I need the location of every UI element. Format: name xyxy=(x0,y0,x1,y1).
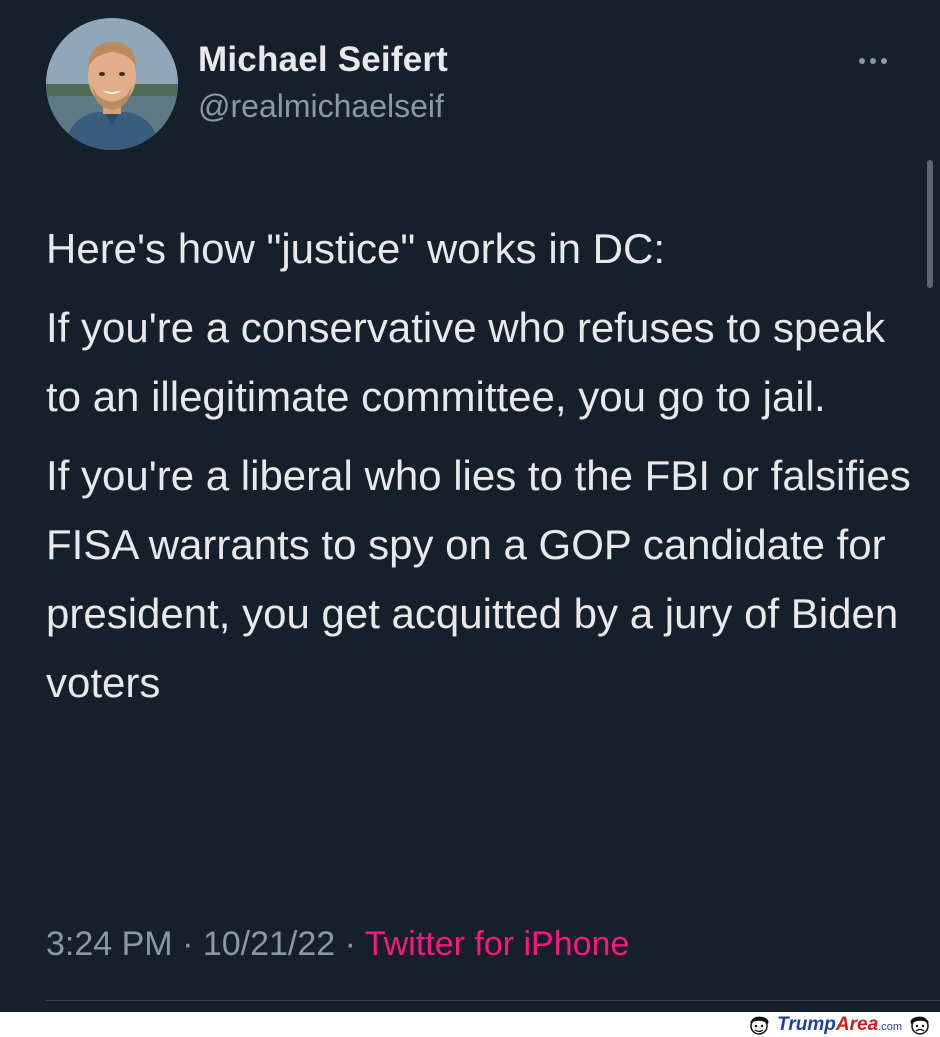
meta-separator: · xyxy=(335,925,365,963)
more-horizontal-icon-dot xyxy=(870,58,876,64)
avatar[interactable] xyxy=(46,18,178,150)
tweet-page: Michael Seifert @realmichaelseif Here's … xyxy=(0,0,940,1037)
tweet-paragraph: Here's how "justice" works in DC: xyxy=(46,225,666,272)
tweet-paragraph: If you're a liberal who lies to the FBI … xyxy=(46,452,911,706)
tweet-paragraph: If you're a conservative who refuses to … xyxy=(46,304,886,420)
profile-photo-icon xyxy=(46,18,178,150)
display-name[interactable]: Michael Seifert xyxy=(198,40,448,80)
scrollbar[interactable] xyxy=(927,160,933,288)
more-options-button[interactable] xyxy=(850,46,896,76)
meta-separator: · xyxy=(172,925,203,963)
tweet-date[interactable]: 10/21/22 xyxy=(203,925,335,963)
watermark-text: Trump Area .com xyxy=(777,1014,902,1036)
tweet-metadata: 3:24 PM · 10/21/22 · Twitter for iPhone xyxy=(46,925,629,964)
watermark-part: .com xyxy=(878,1021,902,1033)
watermark-part: Trump xyxy=(777,1014,836,1035)
watermark-bar: Trump Area .com xyxy=(0,1012,940,1037)
watermark-part: Area xyxy=(835,1014,879,1035)
more-horizontal-icon-dot xyxy=(881,58,887,64)
user-handle[interactable]: @realmichaelseif xyxy=(198,88,444,125)
tweet-text: Here's how "justice" works in DC: If you… xyxy=(46,214,916,727)
tweet-time[interactable]: 3:24 PM xyxy=(46,925,173,963)
more-horizontal-icon xyxy=(859,58,865,64)
tweet-source-link[interactable]: Twitter for iPhone xyxy=(365,925,630,963)
watermark: Trump Area .com xyxy=(745,1013,934,1037)
cartoon-face-icon xyxy=(910,1016,929,1035)
cartoon-face-icon xyxy=(750,1016,769,1035)
divider xyxy=(46,1000,940,1001)
